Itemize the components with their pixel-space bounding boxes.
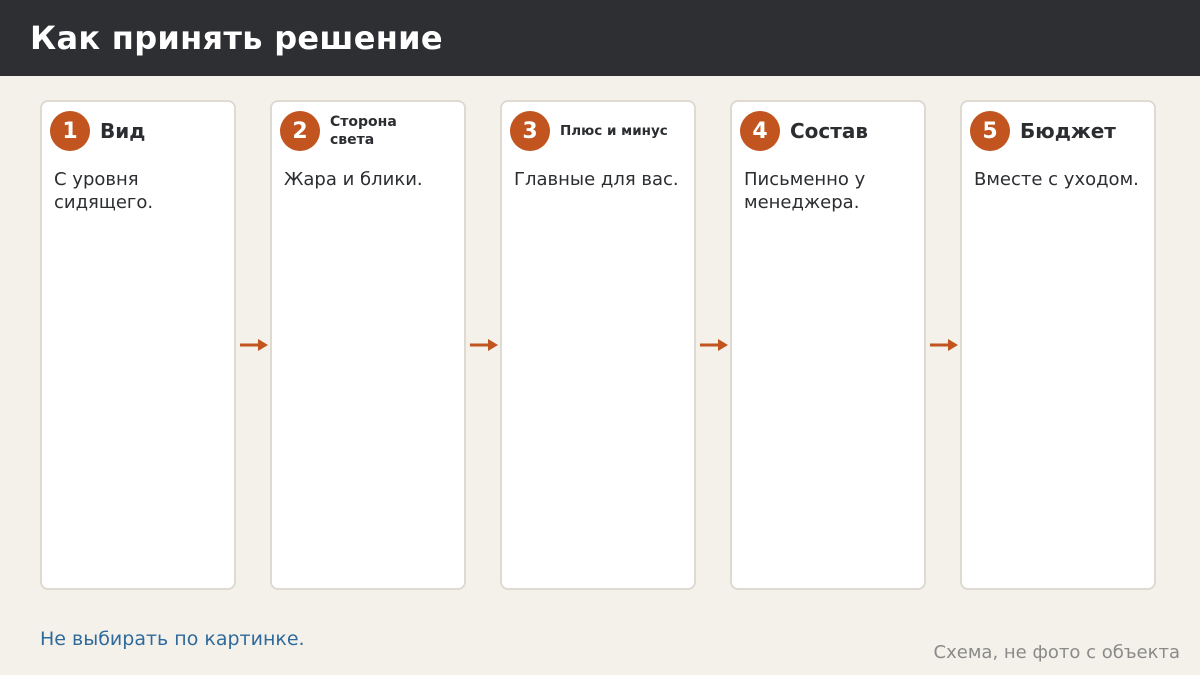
step-description-5: Вместе с уходом. — [974, 169, 1139, 190]
step-number-badge-2: 2 — [280, 111, 320, 151]
arrow-right-icon — [700, 339, 728, 351]
steps-flow: 1 Вид С уровня сидящего. 2 Сторона света… — [0, 0, 1200, 675]
arrow-right-icon — [470, 339, 498, 351]
step-card-1: 1 Вид С уровня сидящего. — [40, 100, 236, 590]
page: Как принять решение 1 Вид С уровня сидящ… — [0, 0, 1200, 675]
step-description-2: Жара и блики. — [284, 169, 423, 190]
step-number-badge-3: 3 — [510, 111, 550, 151]
step-title-5: Бюджет — [1020, 119, 1116, 143]
step-card-4: 4 Состав Письменно у менеджера. — [730, 100, 926, 590]
step-header-5: 5 Бюджет — [970, 110, 1116, 152]
step-header-3: 3 Плюс и минус — [510, 110, 668, 152]
arrow-right-icon — [240, 339, 268, 351]
arrow-right-icon — [930, 339, 958, 351]
step-header-1: 1 Вид — [50, 110, 145, 152]
step-card-3: 3 Плюс и минус Главные для вас. — [500, 100, 696, 590]
step-card-2: 2 Сторона света Жара и блики. — [270, 100, 466, 590]
step-card-5: 5 Бюджет Вместе с уходом. — [960, 100, 1156, 590]
step-number-badge-1: 1 — [50, 111, 90, 151]
step-title-1: Вид — [100, 119, 146, 143]
step-title-3: Плюс и минус — [560, 122, 668, 139]
step-header-2: 2 Сторона света — [280, 110, 440, 152]
footer-caption: Схема, не фото с объекта — [933, 642, 1180, 663]
step-description-4: Письменно у менеджера. — [744, 169, 866, 213]
step-number-badge-4: 4 — [740, 111, 780, 151]
footer-note: Не выбирать по картинке. — [40, 628, 305, 650]
step-header-4: 4 Состав — [740, 110, 868, 152]
step-title-4: Состав — [790, 119, 869, 143]
step-description-3: Главные для вас. — [514, 169, 679, 190]
step-title-2: Сторона света — [330, 114, 397, 148]
step-description-1: С уровня сидящего. — [54, 169, 154, 213]
step-number-badge-5: 5 — [970, 111, 1010, 151]
